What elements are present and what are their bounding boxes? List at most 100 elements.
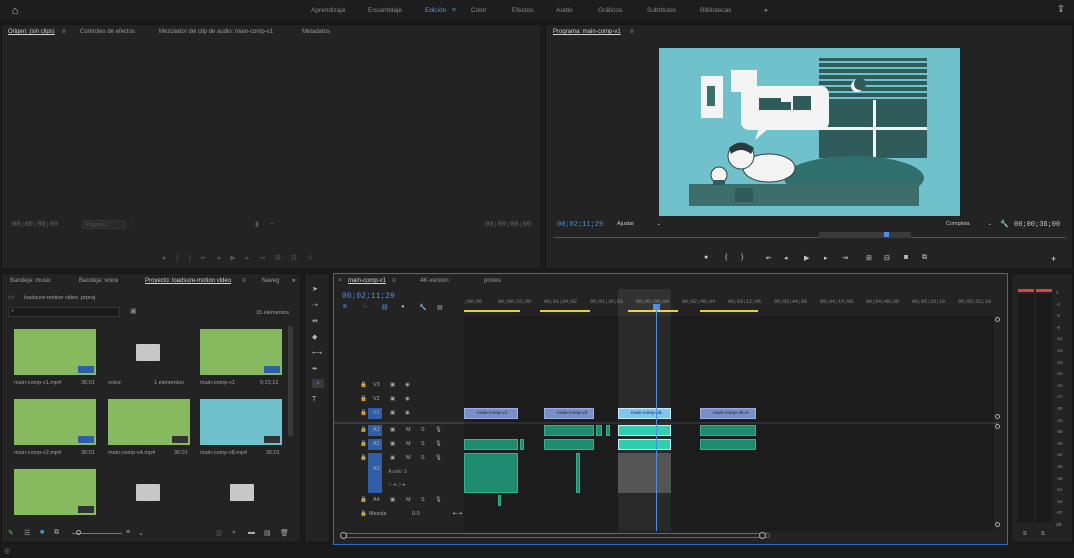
sync-lock-icon[interactable]: ▣: [390, 427, 395, 433]
audio-clip-a1-selected[interactable]: [618, 425, 671, 436]
new-item-icon[interactable]: ▤: [264, 529, 271, 537]
timeline-tab-menu-icon[interactable]: ≡: [392, 278, 396, 284]
mark-out-icon[interactable]: }: [741, 254, 743, 261]
tab-sequence-prores[interactable]: prores: [484, 278, 501, 284]
clip-main-comp-v8[interactable]: main-comp-v8.: [618, 408, 671, 419]
timeline-close-icon[interactable]: ×: [338, 278, 342, 284]
solo-button[interactable]: S: [421, 441, 425, 447]
tab-bin-voice[interactable]: Bandeja: voice: [79, 278, 118, 284]
audio-clip-a3[interactable]: [576, 453, 580, 493]
track-lock-icon[interactable]: 🔒: [360, 382, 367, 388]
track-select-tool-icon[interactable]: ⇢: [312, 301, 318, 310]
type-tool-icon[interactable]: T: [312, 395, 316, 404]
wrench-icon[interactable]: ▮: [255, 220, 259, 229]
tab-effect-controls[interactable]: Controles de efectos: [80, 29, 135, 35]
vertical-scroll-handle[interactable]: [995, 522, 1000, 527]
audio-clip-a2-selected[interactable]: [618, 439, 671, 450]
sync-lock-icon[interactable]: ▣: [390, 441, 395, 447]
solo-button[interactable]: S: [421, 455, 425, 461]
vertical-scroll-handle[interactable]: [995, 414, 1000, 419]
tab-program[interactable]: Programa: main-comp-v1: [553, 29, 621, 35]
horizontal-scroll-handle[interactable]: [340, 532, 347, 539]
audio-clip-a2[interactable]: [464, 439, 518, 450]
empty-gap-a3[interactable]: [618, 453, 671, 493]
track-lock-icon[interactable]: 🔒: [360, 497, 367, 503]
compare-icon[interactable]: ⧉: [922, 254, 927, 262]
sync-lock-icon[interactable]: ▣: [390, 455, 395, 461]
tab-sequence-4k-version[interactable]: 4K-version: [420, 278, 449, 284]
mix-volume-value[interactable]: 0.0: [412, 511, 420, 517]
razor-tool-icon[interactable]: ◆: [312, 333, 317, 342]
selection-tool-icon[interactable]: ➤: [312, 285, 318, 294]
track-lock-icon[interactable]: 🔒: [360, 427, 367, 433]
list-view-icon[interactable]: ☰: [24, 529, 30, 537]
add-button-icon[interactable]: +: [1051, 255, 1056, 264]
workspace-tab-edicion[interactable]: Edición: [425, 7, 446, 14]
solo-left-button[interactable]: S: [1023, 531, 1027, 537]
track-lock-icon[interactable]: 🔒: [360, 455, 367, 461]
solo-right-button[interactable]: S: [1041, 531, 1045, 537]
step-forward-icon[interactable]: ▸: [824, 254, 828, 262]
tab-menu-icon[interactable]: ≡: [62, 29, 66, 35]
quality-select[interactable]: Completa ⌄: [946, 220, 994, 229]
work-area-bar[interactable]: [464, 310, 520, 312]
audio-clip-a2[interactable]: [544, 439, 594, 450]
audio-clip-a1[interactable]: [700, 425, 756, 436]
fit-select[interactable]: Ajustar ⌄: [617, 220, 663, 229]
zoom-slider-handle[interactable]: [76, 530, 81, 535]
workspace-tab-audio[interactable]: Audio: [556, 7, 573, 14]
workspace-tab-ensamblaje[interactable]: Ensamblaje: [368, 7, 402, 14]
mute-button[interactable]: M: [406, 427, 411, 433]
audio-clip-a2[interactable]: [520, 439, 524, 450]
microphone-icon[interactable]: 🎙: [435, 427, 442, 433]
sync-lock-icon[interactable]: ▣: [390, 497, 395, 503]
chevron-down-icon[interactable]: ⌄: [138, 529, 144, 537]
slip-tool-icon[interactable]: ⟷: [312, 349, 322, 358]
settings-wrench-icon[interactable]: 🔧: [1000, 220, 1009, 229]
add-marker-icon[interactable]: ●: [401, 304, 405, 310]
horizontal-scrollbar[interactable]: [342, 533, 770, 538]
tab-bin-music[interactable]: Bandeja: music: [10, 278, 51, 284]
go-to-in-icon[interactable]: ⇤: [766, 254, 772, 262]
go-to-out-icon[interactable]: ⇥: [842, 254, 848, 262]
mute-button[interactable]: M: [406, 455, 411, 461]
clip-main-comp-v1[interactable]: main-comp-v1: [464, 408, 518, 419]
workspace-tab-color[interactable]: Color: [471, 7, 487, 14]
folder-icon[interactable]: [230, 484, 254, 501]
export-frame-icon[interactable]: ◙: [904, 254, 908, 261]
clear-icon[interactable]: 🗑: [280, 529, 289, 537]
project-search-input[interactable]: ⌕: [8, 307, 120, 317]
track-label-v2[interactable]: V2: [373, 396, 380, 402]
source-patch-a3[interactable]: [368, 453, 382, 493]
mute-button[interactable]: M: [406, 497, 411, 503]
workspace-tab-bibliotecas[interactable]: Bibliotecas: [700, 7, 731, 14]
more-workspaces-icon[interactable]: »: [764, 7, 768, 14]
microphone-icon[interactable]: 🎙: [435, 455, 442, 461]
sort-icon[interactable]: ≡: [126, 529, 130, 536]
tab-navigator[interactable]: Naveg: [262, 278, 279, 284]
track-label-a3[interactable]: A3: [373, 466, 380, 472]
track-lock-icon[interactable]: 🔒: [360, 511, 367, 517]
share-icon[interactable]: ⇪: [1055, 5, 1067, 15]
horizontal-scroll-handle[interactable]: [759, 532, 766, 539]
track-area[interactable]: [464, 316, 994, 531]
sync-lock-icon[interactable]: ▣: [390, 410, 395, 416]
ripple-edit-tool-icon[interactable]: ⇹: [312, 317, 318, 326]
eye-icon[interactable]: ◉: [405, 396, 410, 402]
page-select[interactable]: Página 1: [82, 220, 126, 229]
track-lock-icon[interactable]: 🔒: [360, 396, 367, 402]
playhead[interactable]: [656, 304, 657, 531]
clip-main-comp-v2[interactable]: main-comp-v2: [544, 408, 594, 419]
eye-icon[interactable]: ◉: [405, 382, 410, 388]
automate-icon[interactable]: ▥: [216, 529, 223, 537]
workspace-tab-aprendizaje[interactable]: Aprendizaje: [311, 7, 345, 14]
track-label-a1[interactable]: A1: [373, 427, 380, 433]
workspace-menu-icon[interactable]: ≡: [452, 7, 456, 14]
status-icon[interactable]: ◎: [4, 547, 10, 556]
sync-lock-icon[interactable]: ▣: [390, 396, 395, 402]
pencil-icon[interactable]: ✎: [8, 529, 14, 537]
audio-clip-a1[interactable]: [544, 425, 594, 436]
workspace-tab-subtitulos[interactable]: Subtítulos: [647, 7, 676, 14]
work-area-bar[interactable]: [700, 310, 758, 312]
timeline-settings-icon[interactable]: 🔧: [419, 304, 426, 311]
